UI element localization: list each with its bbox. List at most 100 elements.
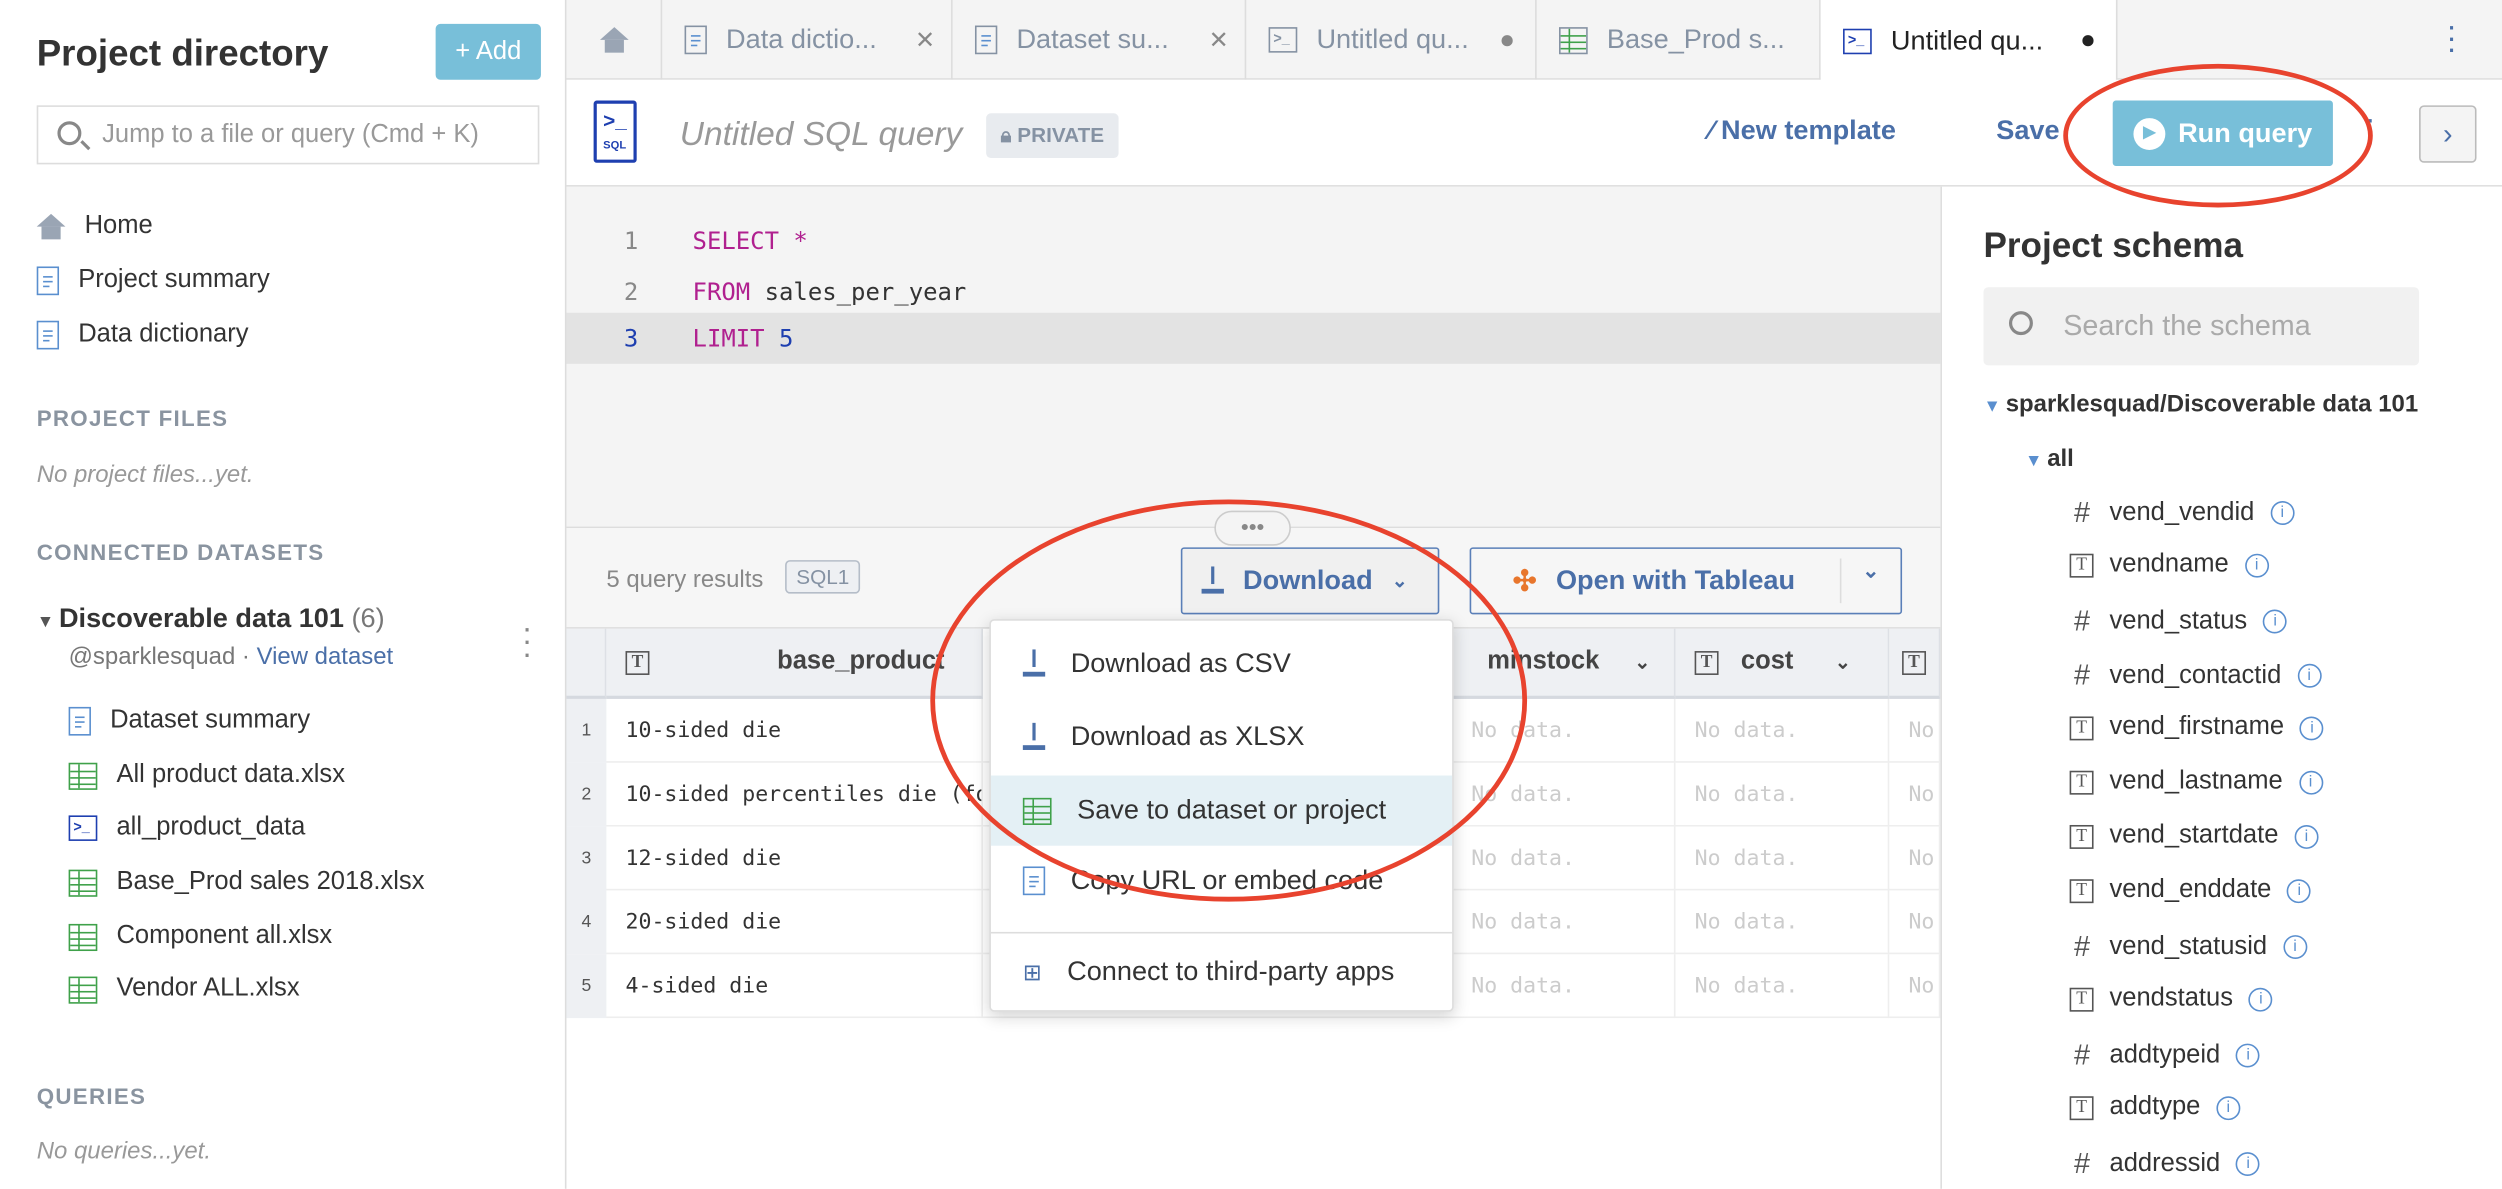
line-number: 2	[623, 277, 639, 307]
tab-base-prod[interactable]: Base_Prod s...	[1537, 0, 1821, 80]
column-header-base-product[interactable]: Tbase_product	[606, 628, 983, 699]
info-icon[interactable]: i	[2297, 663, 2322, 688]
schema-search-input[interactable]: Search the schema	[1983, 287, 2420, 366]
info-icon[interactable]: i	[2236, 1043, 2261, 1068]
schema-table[interactable]: ▼ all	[2025, 445, 2074, 472]
cell-more[interactable]: No data.	[1889, 826, 1941, 891]
dataset-name[interactable]: ▼ Discoverable data 101 (6)	[37, 603, 385, 635]
info-icon[interactable]: i	[2294, 824, 2319, 849]
sql-editor[interactable]: 1 SELECT * 2 FROM sales_per_year 3 LIMIT 5	[566, 186, 1941, 527]
chevron-down-icon: ▼	[2024, 451, 2048, 471]
cell-cost[interactable]: No data.	[1675, 762, 1890, 827]
dataset-item[interactable]: Base_Prod sales 2018.xlsx	[68, 863, 425, 901]
view-dataset-link[interactable]: View dataset	[257, 643, 394, 670]
cell-more[interactable]: No data.	[1889, 762, 1941, 827]
tabs-more-icon[interactable]: · · ·	[2446, 11, 2457, 65]
info-icon[interactable]: i	[2298, 769, 2323, 794]
resize-handle[interactable]: •••	[1214, 510, 1291, 546]
text-type-icon: T	[1694, 650, 1719, 675]
schema-column[interactable]: Tvend_enddate i	[2069, 876, 2312, 905]
dataset-item[interactable]: >_ all_product_data	[68, 809, 305, 847]
schema-column[interactable]: Tvend_lastname i	[2069, 768, 2323, 797]
tab-label: Dataset su...	[1016, 23, 1169, 55]
cell-minstock[interactable]: No data.	[1452, 890, 1676, 955]
schema-column[interactable]: Tvend_startdate i	[2069, 822, 2319, 851]
tab-home[interactable]	[566, 0, 663, 80]
tab-dataset-summary[interactable]: Dataset su... ✕	[953, 0, 1247, 80]
tab-data-dictionary[interactable]: Data dictio... ✕	[662, 0, 953, 80]
column-header-more[interactable]: T	[1889, 628, 1941, 699]
close-icon[interactable]: ✕	[1209, 26, 1229, 54]
nav-project-summary[interactable]: Project summary	[36, 262, 270, 300]
search-icon	[57, 121, 82, 146]
tab-untitled-query-active[interactable]: >_ Untitled qu...	[1820, 0, 2118, 82]
dataset-name-text: Discoverable data 101	[58, 603, 344, 634]
schema-column[interactable]: # addtypeid i	[2070, 1039, 2261, 1073]
dataset-item[interactable]: All product data.xlsx	[68, 756, 345, 794]
dataset-item[interactable]: Component all.xlsx	[68, 918, 332, 956]
schema-column[interactable]: # vend_status i	[2070, 605, 2288, 639]
open-with-tableau-button[interactable]: ✣ Open with Tableau ⌄	[1469, 547, 1903, 615]
column-header-cost[interactable]: Tcost ⌄	[1675, 628, 1890, 699]
cell-cost[interactable]: No data.	[1675, 698, 1890, 763]
nav-data-dictionary[interactable]: Data dictionary	[36, 316, 249, 354]
query-title[interactable]: Untitled SQL query	[680, 116, 963, 154]
schema-root[interactable]: ▼ sparklesquad/Discoverable data 101	[1983, 391, 2418, 418]
schema-column[interactable]: Tvendname i	[2069, 551, 2269, 580]
add-button[interactable]: + Add	[435, 23, 541, 80]
cell-cost[interactable]: No data.	[1675, 890, 1890, 955]
sidebar: Project directory + Add Jump to a file o…	[0, 0, 567, 1189]
cell-more[interactable]: No data.	[1889, 954, 1941, 1019]
info-icon[interactable]: i	[2244, 552, 2269, 577]
cell-more[interactable]: No data.	[1889, 698, 1941, 763]
info-icon[interactable]: i	[2248, 986, 2273, 1011]
new-template-button[interactable]: ⁄ New template	[1709, 115, 1896, 147]
schema-column[interactable]: Tvend_firstname i	[2069, 713, 2324, 742]
info-icon[interactable]: i	[2263, 609, 2288, 634]
private-badge: 🔒︎ PRIVATE	[986, 113, 1119, 158]
spreadsheet-icon	[68, 761, 98, 790]
chevron-down-icon[interactable]: ⌄	[1634, 651, 1650, 673]
save-button[interactable]: Save	[1996, 115, 2059, 147]
schema-column[interactable]: # addressid i	[2070, 1147, 2261, 1181]
dataset-more-icon[interactable]: · · ·	[522, 613, 533, 670]
cell-base-product[interactable]: 20-sided die	[606, 890, 983, 955]
cell-minstock[interactable]: No data.	[1452, 826, 1676, 891]
cell-cost[interactable]: No data.	[1675, 826, 1890, 891]
text-type-icon: T	[2069, 715, 2094, 740]
dataset-owner: @sparklesquad · View dataset	[69, 643, 394, 670]
dataset-item[interactable]: Dataset summary	[68, 702, 310, 740]
cell-base-product[interactable]: 12-sided die	[606, 826, 983, 891]
chevron-down-icon[interactable]: ⌄	[1839, 558, 1901, 604]
jump-search-input[interactable]: Jump to a file or query (Cmd + K)	[36, 105, 540, 165]
chevron-down-icon[interactable]: ⌄	[1835, 651, 1851, 673]
nav-home[interactable]: Home	[36, 207, 153, 245]
schema-column[interactable]: Taddtype i	[2069, 1093, 2241, 1122]
info-icon[interactable]: i	[2236, 1152, 2261, 1177]
dataset-item[interactable]: Vendor ALL.xlsx	[68, 970, 300, 1008]
info-icon[interactable]: i	[2283, 935, 2307, 960]
schema-column[interactable]: # vend_contactid i	[2070, 659, 2322, 693]
menu-connect-apps[interactable]: ⊞ Connect to third-party apps	[991, 937, 1452, 1007]
schema-column[interactable]: # vend_vendid i	[2070, 496, 2295, 530]
cell-minstock[interactable]: No data.	[1452, 954, 1676, 1019]
cell-base-product[interactable]: 4-sided die	[606, 954, 983, 1019]
cell-more[interactable]: No data.	[1889, 890, 1941, 955]
row-number: 2	[566, 762, 607, 827]
close-icon[interactable]: ✕	[915, 26, 935, 54]
info-icon[interactable]: i	[2216, 1095, 2241, 1120]
info-icon[interactable]: i	[2287, 878, 2312, 903]
spreadsheet-icon	[1558, 26, 1588, 54]
schema-column[interactable]: # vend_statusid i	[2070, 930, 2307, 964]
cell-base-product[interactable]: 10-sided die	[606, 698, 983, 763]
number-type-icon: #	[2073, 496, 2090, 529]
info-icon[interactable]: i	[2300, 715, 2324, 740]
cell-cost[interactable]: No data.	[1675, 954, 1890, 1019]
tab-untitled-query[interactable]: >_ Untitled qu...	[1246, 0, 1537, 80]
schema-column[interactable]: Tvendstatus i	[2069, 985, 2273, 1014]
info-icon[interactable]: i	[2270, 501, 2295, 525]
cell-base-product[interactable]: 10-sided percentiles die (fo	[606, 762, 983, 827]
schema-root-label: sparklesquad/Discoverable data 101	[2005, 390, 2419, 419]
row-number: 5	[566, 954, 607, 1019]
toggle-schema-button[interactable]: ›	[2419, 105, 2477, 163]
